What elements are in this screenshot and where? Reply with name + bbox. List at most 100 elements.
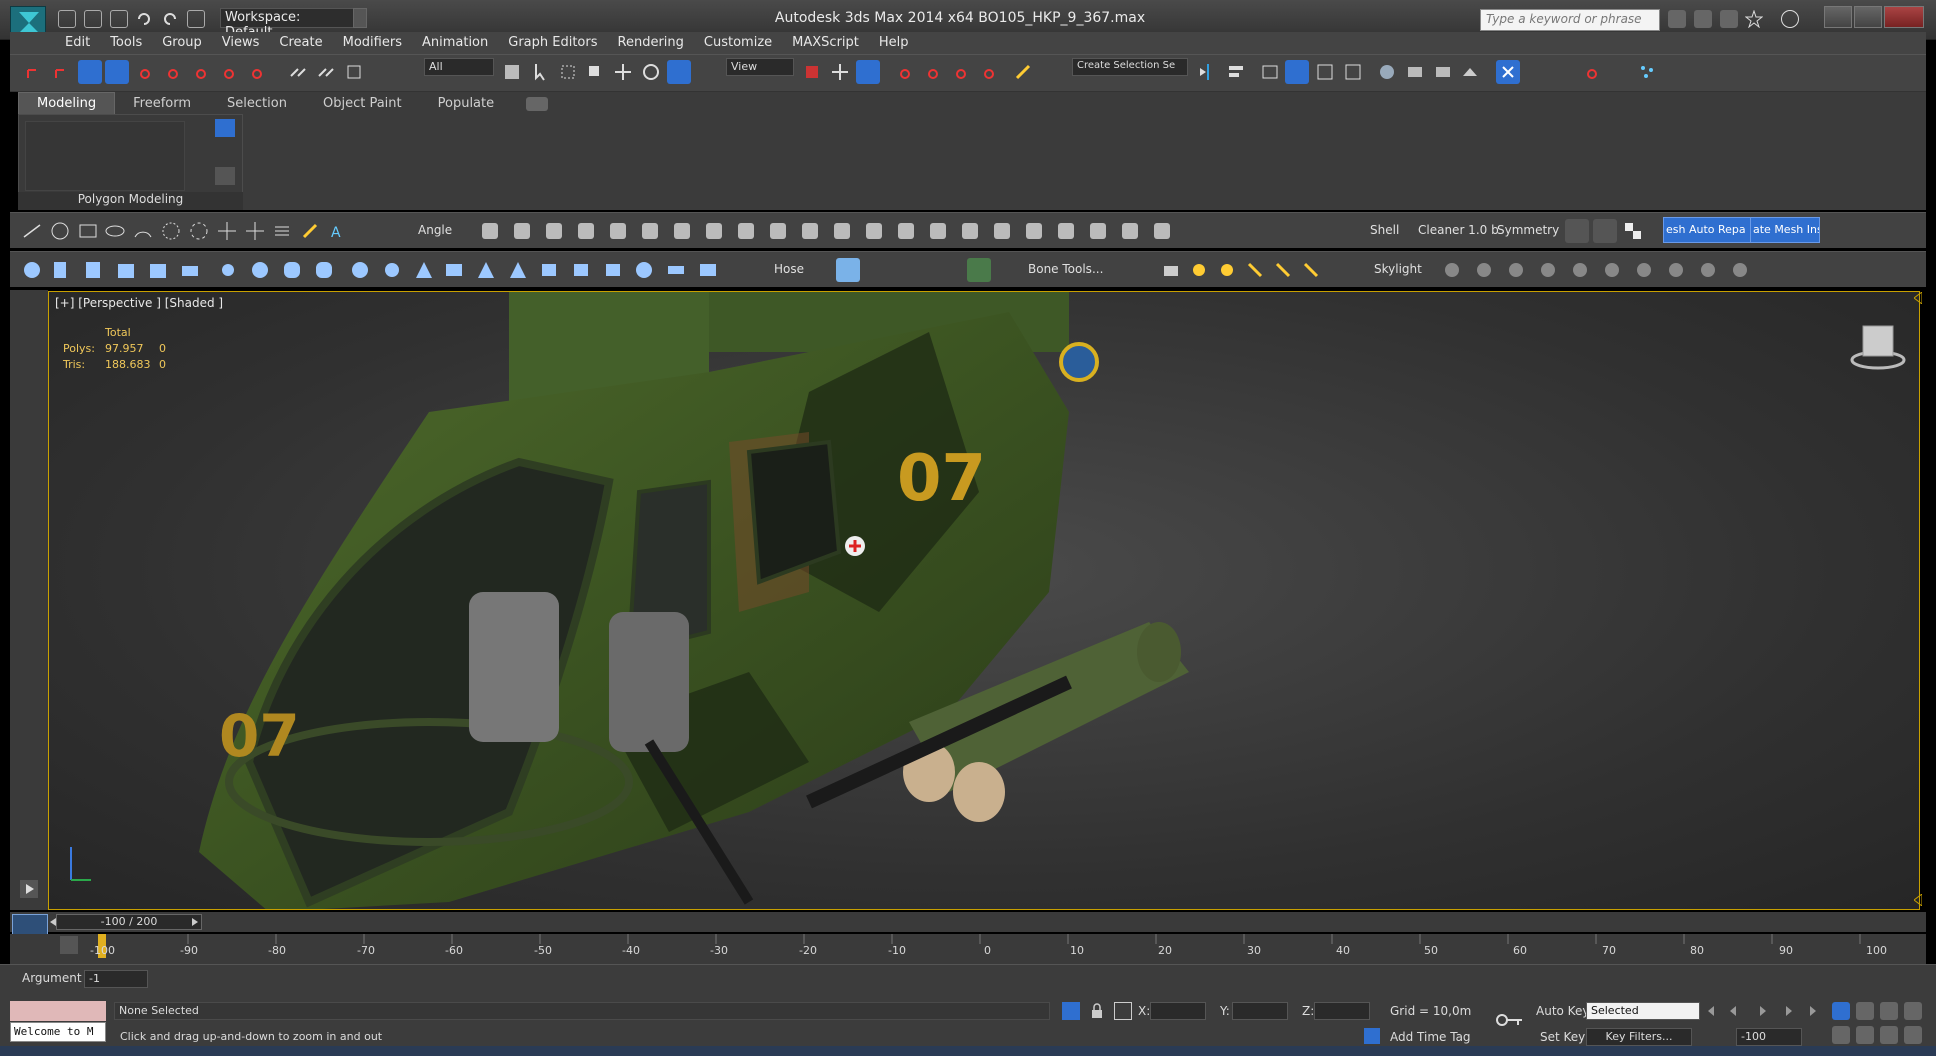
viewcube[interactable] (1849, 322, 1907, 372)
project-folder-icon[interactable] (187, 10, 206, 28)
tool-icon-a[interactable] (1524, 60, 1548, 84)
key-mode-dropdown[interactable]: Selected (1586, 1002, 1700, 1020)
workspace-chevron-down-icon[interactable] (353, 8, 367, 28)
maximize-viewport-icon[interactable] (1904, 1026, 1922, 1044)
zoom-extents-icon[interactable] (1880, 1002, 1898, 1020)
minimize-button[interactable] (1824, 6, 1852, 28)
redo-scene-icon[interactable] (50, 60, 74, 84)
workspace-dropdown[interactable]: Workspace: Default (220, 8, 355, 40)
link-icon[interactable] (286, 60, 310, 84)
argument-spinner[interactable]: -1 (84, 970, 148, 988)
mirror-icon[interactable] (1196, 60, 1220, 84)
frame-display[interactable]: -100 / 200 (56, 914, 202, 930)
arc-icon[interactable] (131, 219, 155, 243)
ik-solver-icon[interactable] (1090, 258, 1114, 282)
ribbon-options-icon[interactable] (525, 96, 548, 111)
time-slider-track[interactable] (10, 912, 1926, 932)
checker-icon[interactable] (1621, 219, 1645, 243)
star-icon[interactable] (215, 219, 239, 243)
keyboard-shortcut-override-icon[interactable] (855, 60, 880, 84)
isolate-selection-icon[interactable] (1062, 1002, 1080, 1020)
spinner-snap-icon[interactable] (977, 60, 1001, 84)
bone-icon[interactable] (967, 258, 992, 282)
window-crossing-icon[interactable] (583, 60, 607, 84)
current-frame-field[interactable]: -100 (1736, 1028, 1802, 1046)
perspective-viewport[interactable]: [+] [Perspective ] [Shaded ] Total Polys… (48, 291, 1920, 910)
layer-manager-icon[interactable] (1258, 60, 1282, 84)
redo-icon[interactable] (161, 10, 179, 28)
close-x-icon[interactable] (1496, 60, 1521, 84)
connect-icon[interactable] (1118, 258, 1142, 282)
shell-button[interactable]: Shell (1370, 223, 1399, 237)
scene-explorer-icon[interactable] (1285, 60, 1310, 84)
edit-named-selection-icon[interactable] (1011, 60, 1035, 84)
magnet-icon-2[interactable] (189, 60, 213, 84)
menu-edit[interactable]: Edit (55, 32, 100, 53)
menu-tools[interactable]: Tools (100, 32, 152, 53)
donut-icon[interactable] (159, 219, 183, 243)
text-icon[interactable]: A (326, 219, 350, 243)
menu-help[interactable]: Help (869, 32, 919, 53)
free-light-icon[interactable] (1271, 258, 1295, 282)
material-editor-icon[interactable] (1375, 60, 1399, 84)
cleaner-button[interactable]: Cleaner 1.0 b (1418, 223, 1499, 237)
key-icon[interactable] (1494, 1008, 1524, 1032)
tape-icon[interactable] (902, 258, 926, 282)
maxscript-listener-mini[interactable] (10, 1001, 106, 1021)
x-coordinate-field[interactable] (1150, 1002, 1206, 1020)
orbit-icon[interactable] (1880, 1026, 1898, 1044)
skylight-icon[interactable] (1299, 258, 1323, 282)
percent-snap-icon[interactable] (949, 60, 973, 84)
zoom-all-icon[interactable] (1856, 1002, 1874, 1020)
bind-spacewarp-icon[interactable] (133, 60, 157, 84)
tab-object-paint[interactable]: Object Paint (305, 93, 420, 114)
unlink-icon[interactable] (314, 60, 338, 84)
save-icon[interactable] (109, 10, 128, 28)
field-of-view-icon[interactable] (1832, 1026, 1850, 1044)
zoom-icon[interactable] (1832, 1002, 1850, 1020)
menu-rendering[interactable]: Rendering (608, 32, 694, 53)
omni-light-icon[interactable] (1187, 258, 1211, 282)
particle-icon[interactable] (1635, 60, 1659, 84)
polygon-modeling-label[interactable]: Polygon Modeling (18, 192, 243, 210)
helix-icon[interactable] (270, 219, 294, 243)
align-icon[interactable] (1224, 60, 1248, 84)
schematic-view-icon[interactable] (1341, 60, 1365, 84)
relax-icon[interactable] (1592, 219, 1617, 243)
auto-key-button[interactable]: Auto Key (1536, 1004, 1589, 1018)
time-tag-icon[interactable] (1364, 1028, 1380, 1044)
unlink-selection-icon[interactable] (105, 60, 130, 84)
angle-snap-icon[interactable] (921, 60, 945, 84)
helicopter-model[interactable] (49, 292, 1920, 910)
tool-icon-b[interactable] (1552, 60, 1576, 84)
menu-maxscript[interactable]: MAXScript (782, 32, 869, 53)
maxscript-input[interactable]: Welcome to M (10, 1022, 106, 1042)
binoculars-icon[interactable] (1668, 10, 1686, 28)
maximize-button[interactable] (1854, 6, 1882, 28)
absolute-mode-icon[interactable] (1114, 1002, 1132, 1020)
z-coordinate-field[interactable] (1314, 1002, 1370, 1020)
close-button[interactable] (1884, 6, 1924, 28)
primitive-icons[interactable] (20, 258, 780, 282)
curve-editor-icon[interactable] (1313, 60, 1337, 84)
menu-views[interactable]: Views (212, 32, 270, 53)
link-tool-icon[interactable] (874, 258, 898, 282)
menu-modifiers[interactable]: Modifiers (333, 32, 412, 53)
magnet-icon[interactable] (161, 60, 185, 84)
circle-icon[interactable] (48, 219, 72, 243)
select-link-icon[interactable] (77, 60, 102, 84)
reference-coordinate-dropdown[interactable]: View (726, 58, 794, 76)
named-selection-dropdown[interactable]: Create Selection Se (1072, 58, 1188, 76)
hose-button[interactable]: Hose (774, 262, 804, 276)
scale-icon[interactable] (666, 60, 691, 84)
search-icon[interactable] (1693, 10, 1712, 28)
menu-customize[interactable]: Customize (694, 32, 782, 53)
tool-icon-c[interactable] (1608, 60, 1632, 84)
modifier-icons[interactable] (480, 219, 1360, 243)
section-icon[interactable] (298, 219, 322, 243)
symmetry-button[interactable]: Symmetry (1497, 223, 1559, 237)
lock-icon[interactable] (1088, 1002, 1106, 1020)
search-input[interactable]: Type a keyword or phrase (1480, 9, 1660, 31)
pan-hand-icon[interactable] (1856, 1026, 1874, 1044)
exchange-icon[interactable] (1719, 10, 1738, 28)
